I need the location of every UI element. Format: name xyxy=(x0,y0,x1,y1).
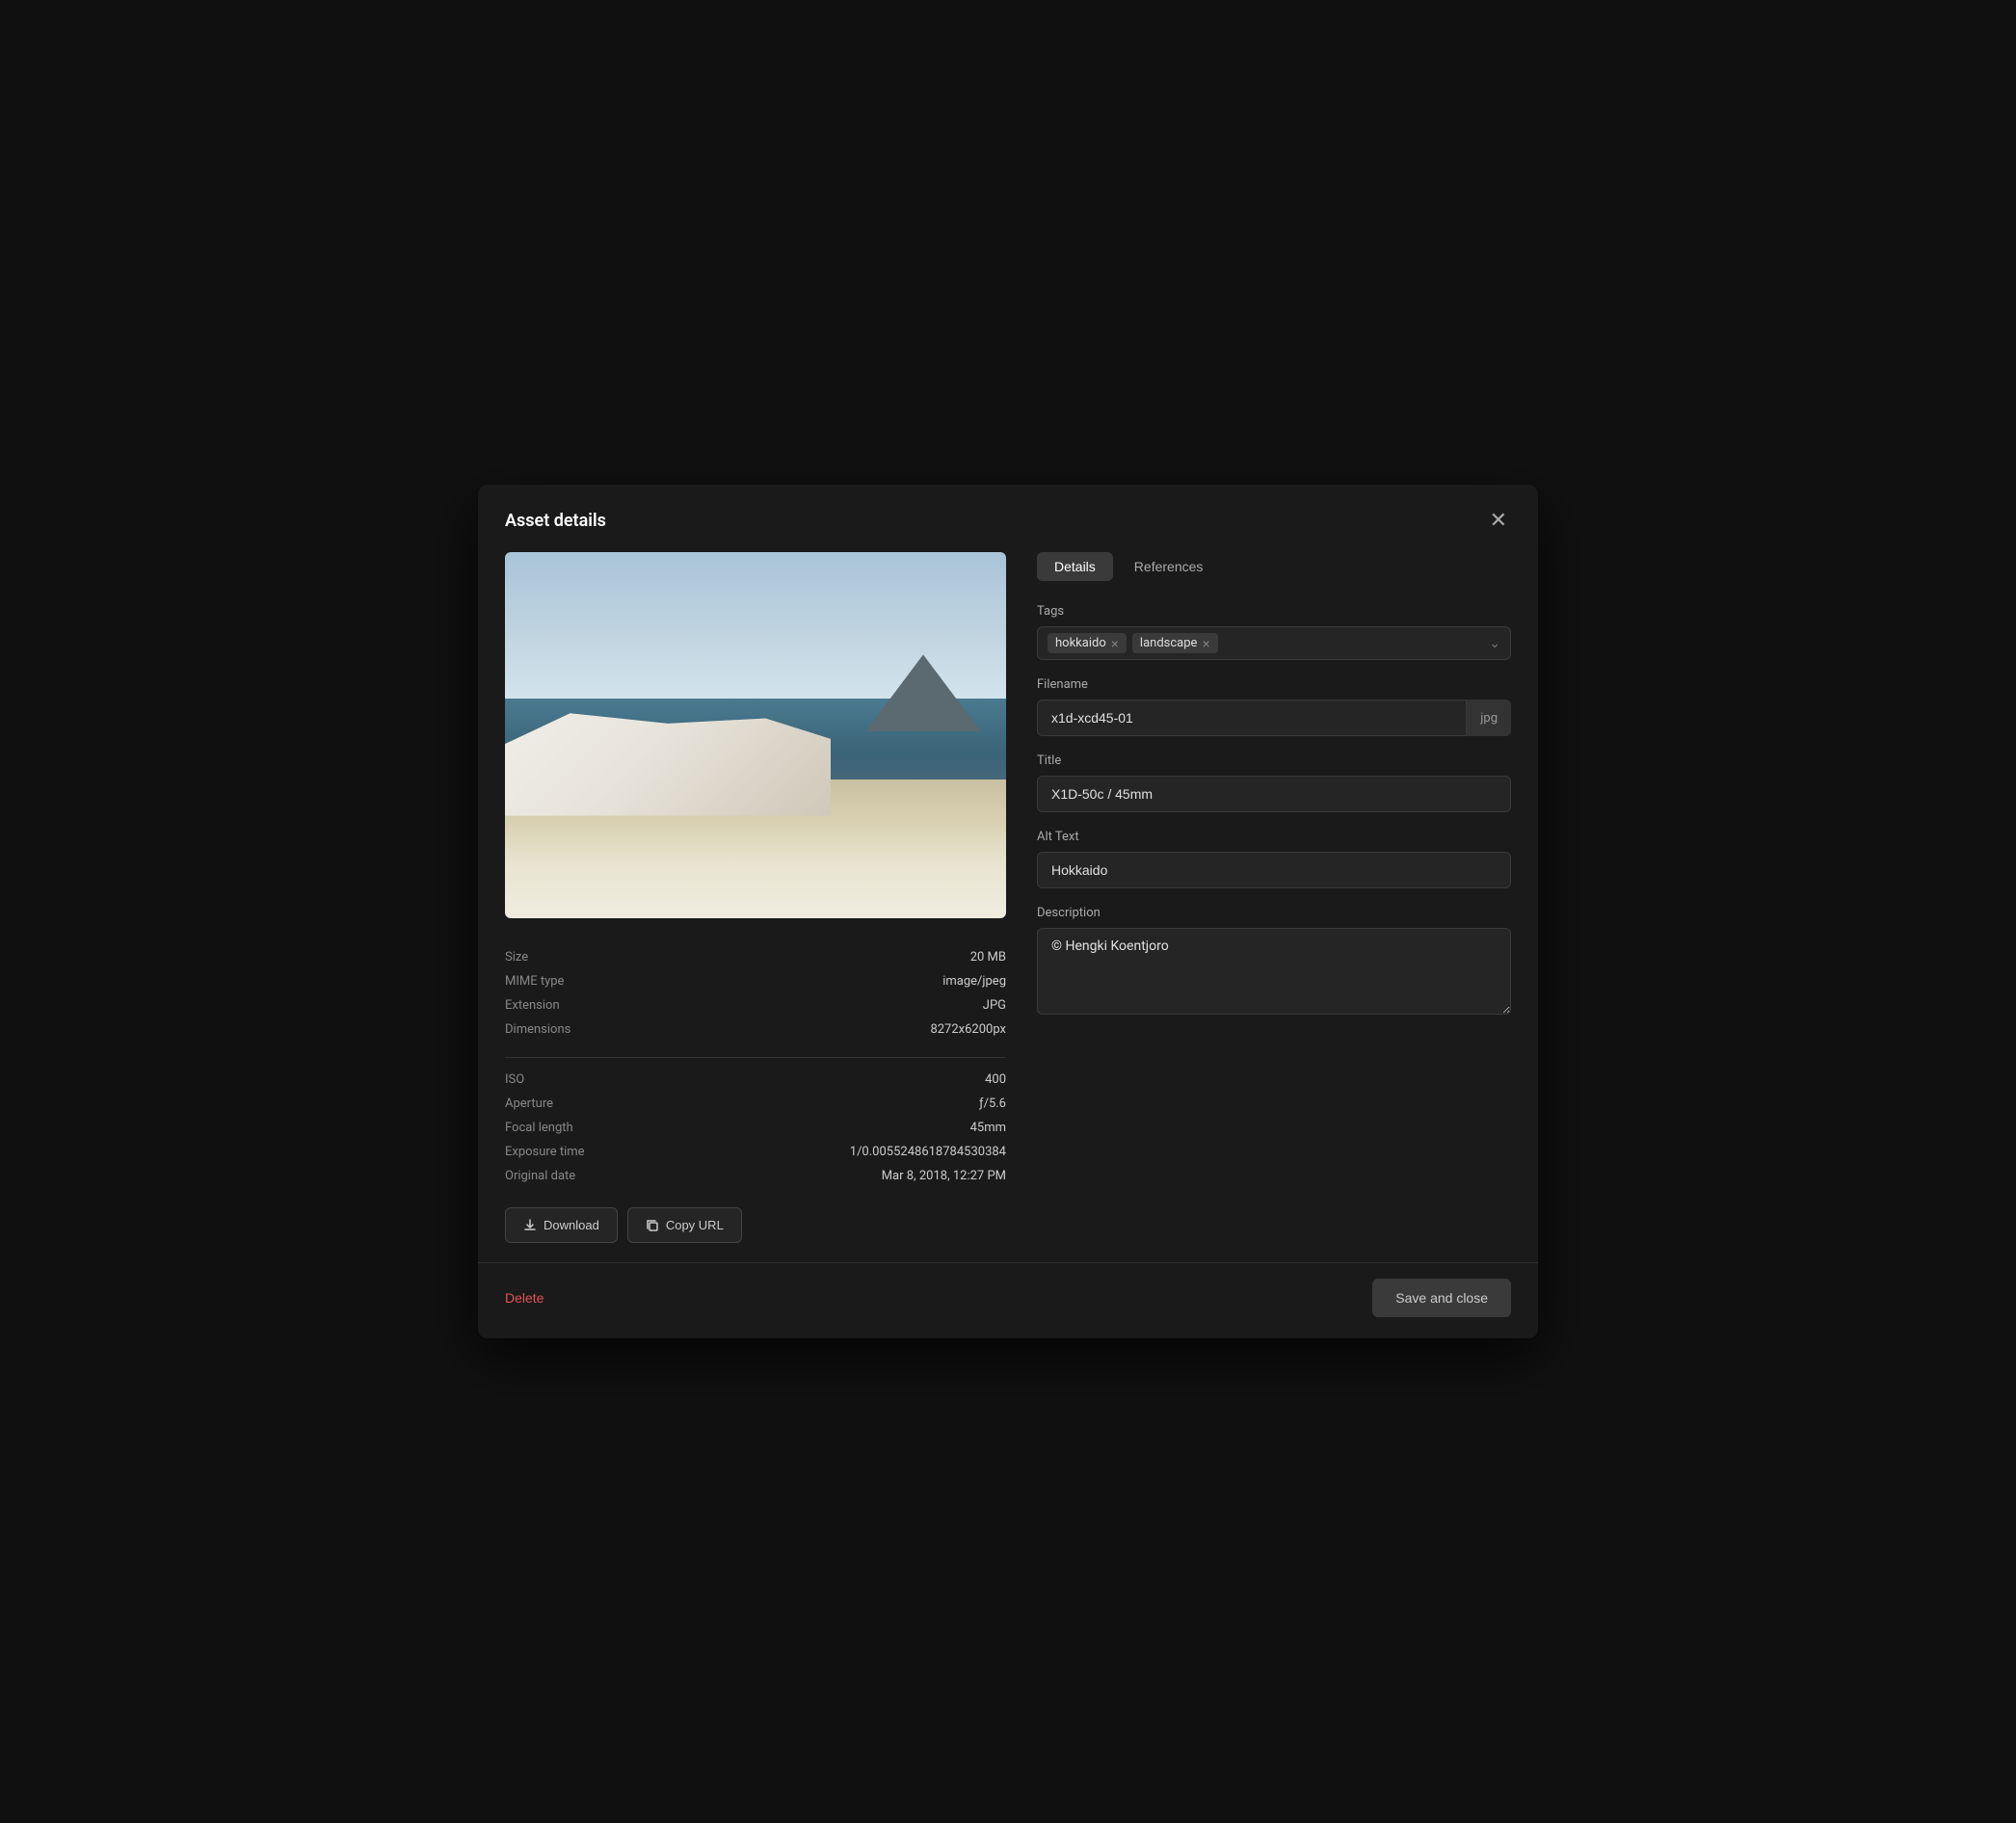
alt-text-input[interactable] xyxy=(1037,852,1511,888)
image-preview xyxy=(505,552,1006,918)
filename-wrapper: jpg xyxy=(1037,700,1511,736)
tab-details-label: Details xyxy=(1054,559,1096,574)
meta-row-size: Size 20 MB xyxy=(505,945,1006,969)
title-label: Title xyxy=(1037,753,1511,768)
alt-text-label: Alt Text xyxy=(1037,830,1511,844)
title-input[interactable] xyxy=(1037,776,1511,812)
description-label: Description xyxy=(1037,906,1511,920)
tag-hokkaido-remove-icon: × xyxy=(1111,637,1119,650)
meta-aperture-value: ƒ/5.6 xyxy=(979,1096,1006,1111)
save-and-close-button[interactable]: Save and close xyxy=(1372,1279,1511,1317)
modal-overlay: Asset details ✕ xyxy=(0,0,2016,1823)
tags-chevron-icon[interactable]: ⌄ xyxy=(1489,636,1500,651)
meta-dim-value: 8272x6200px xyxy=(930,1022,1006,1037)
download-button[interactable]: Download xyxy=(505,1207,618,1243)
copy-url-label: Copy URL xyxy=(666,1218,724,1232)
action-buttons: Download Copy URL xyxy=(505,1207,1006,1243)
tag-hokkaido-remove[interactable]: × xyxy=(1111,637,1119,650)
meta-ext-label: Extension xyxy=(505,998,560,1013)
image-container xyxy=(505,552,1006,918)
download-label: Download xyxy=(544,1218,599,1232)
delete-button[interactable]: Delete xyxy=(505,1284,544,1311)
meta-row-extension: Extension JPG xyxy=(505,993,1006,1017)
meta-date-value: Mar 8, 2018, 12:27 PM xyxy=(882,1169,1006,1183)
tags-field-group: Tags hokkaido × landscape × xyxy=(1037,604,1511,660)
meta-row-date: Original date Mar 8, 2018, 12:27 PM xyxy=(505,1164,1006,1188)
meta-iso-value: 400 xyxy=(985,1072,1006,1087)
tag-hokkaido: hokkaido × xyxy=(1048,633,1127,653)
metadata-section-2: ISO 400 Aperture ƒ/5.6 Focal length 45mm… xyxy=(505,1068,1006,1188)
meta-ext-value: JPG xyxy=(983,998,1006,1013)
meta-mime-label: MIME type xyxy=(505,974,564,989)
tag-landscape: landscape × xyxy=(1132,633,1218,653)
meta-aperture-label: Aperture xyxy=(505,1096,553,1111)
copy-url-button[interactable]: Copy URL xyxy=(627,1207,742,1243)
tag-landscape-remove[interactable]: × xyxy=(1202,637,1209,650)
meta-row-exposure: Exposure time 1/0.0055248618784530384 xyxy=(505,1140,1006,1164)
alt-text-field-group: Alt Text xyxy=(1037,830,1511,888)
save-label: Save and close xyxy=(1395,1290,1488,1306)
meta-size-label: Size xyxy=(505,950,528,964)
delete-label: Delete xyxy=(505,1290,544,1306)
tab-references[interactable]: References xyxy=(1117,552,1221,581)
meta-mime-value: image/jpeg xyxy=(942,974,1006,989)
tab-details[interactable]: Details xyxy=(1037,552,1113,581)
meta-row-focal-length: Focal length 45mm xyxy=(505,1116,1006,1140)
dialog-title: Asset details xyxy=(505,511,606,531)
meta-exposure-label: Exposure time xyxy=(505,1145,585,1159)
close-button[interactable]: ✕ xyxy=(1486,506,1511,535)
metadata-section-1: Size 20 MB MIME type image/jpeg Extensio… xyxy=(505,945,1006,1042)
meta-dim-label: Dimensions xyxy=(505,1022,570,1037)
title-field-group: Title xyxy=(1037,753,1511,812)
dialog-footer: Delete Save and close xyxy=(478,1262,1538,1338)
meta-row-aperture: Aperture ƒ/5.6 xyxy=(505,1092,1006,1116)
dialog-body: Size 20 MB MIME type image/jpeg Extensio… xyxy=(478,552,1538,1262)
meta-focal-value: 45mm xyxy=(970,1121,1006,1135)
filename-extension: jpg xyxy=(1466,700,1511,736)
tabs: Details References xyxy=(1037,552,1511,581)
close-icon: ✕ xyxy=(1490,510,1507,531)
tags-label: Tags xyxy=(1037,604,1511,619)
asset-details-dialog: Asset details ✕ xyxy=(478,485,1538,1338)
filename-input[interactable] xyxy=(1037,700,1511,736)
right-panel: Details References Tags hokkaido × xyxy=(1037,552,1511,1243)
meta-exposure-value: 1/0.0055248618784530384 xyxy=(850,1145,1006,1159)
meta-iso-label: ISO xyxy=(505,1072,524,1087)
scene-snow xyxy=(505,713,831,815)
filename-label: Filename xyxy=(1037,677,1511,692)
meta-size-value: 20 MB xyxy=(970,950,1006,964)
meta-focal-label: Focal length xyxy=(505,1121,573,1135)
meta-row-mime: MIME type image/jpeg xyxy=(505,969,1006,993)
left-panel: Size 20 MB MIME type image/jpeg Extensio… xyxy=(505,552,1006,1243)
description-textarea[interactable] xyxy=(1037,928,1511,1015)
copy-icon xyxy=(646,1219,659,1232)
tag-landscape-remove-icon: × xyxy=(1202,637,1209,650)
tab-references-label: References xyxy=(1134,559,1204,574)
tags-container[interactable]: hokkaido × landscape × ⌄ xyxy=(1037,626,1511,660)
meta-divider xyxy=(505,1057,1006,1058)
meta-date-label: Original date xyxy=(505,1169,575,1183)
meta-row-dimensions: Dimensions 8272x6200px xyxy=(505,1017,1006,1042)
description-field-group: Description xyxy=(1037,906,1511,1018)
filename-field-group: Filename jpg xyxy=(1037,677,1511,736)
tag-hokkaido-label: hokkaido xyxy=(1055,636,1106,650)
dialog-header: Asset details ✕ xyxy=(478,485,1538,552)
download-icon xyxy=(523,1219,537,1232)
meta-row-iso: ISO 400 xyxy=(505,1068,1006,1092)
tag-landscape-label: landscape xyxy=(1140,636,1198,650)
